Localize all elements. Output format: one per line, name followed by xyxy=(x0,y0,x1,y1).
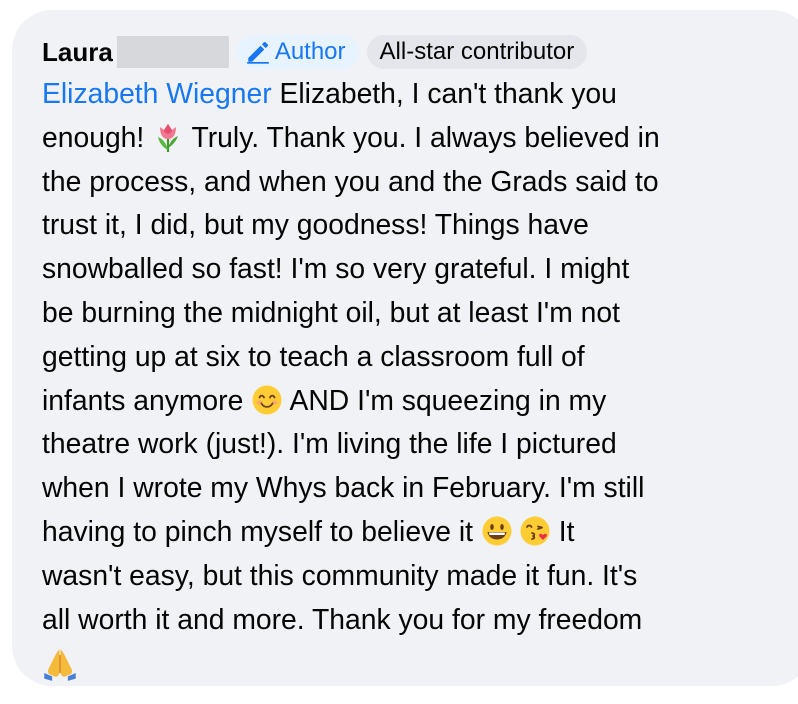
comment-body: Elizabeth Wiegner Elizabeth, I can't tha… xyxy=(42,72,782,685)
author-badge-label: Author xyxy=(274,38,346,65)
allstar-badge-label: All-star contributor xyxy=(379,38,575,65)
comment-line: all worth it and more. Thank you for my … xyxy=(42,602,643,635)
comment-text: infants anymore xyxy=(42,383,252,416)
comment-line: when I wrote my Whys back in February. I… xyxy=(42,471,645,504)
mention-link[interactable]: Elizabeth Wiegner xyxy=(42,77,272,109)
comment-text: It xyxy=(550,514,575,547)
pencil-icon xyxy=(246,41,269,64)
comment-line: snowballed so fast! I'm so very grateful… xyxy=(42,252,630,285)
comment-line: infants anymore AND I'm squeezing in my xyxy=(42,379,782,423)
smiling-face-icon xyxy=(252,385,282,415)
comment-text: Truly. Thank you. I always believed in xyxy=(184,120,660,153)
comment-text: Elizabeth, I can't thank you xyxy=(271,77,617,109)
comment-line: having to pinch myself to believe it It … xyxy=(42,510,782,554)
tulip-icon xyxy=(158,123,179,152)
comment-line: theatre work (just!). I'm living the lif… xyxy=(42,427,617,460)
comment-line xyxy=(42,641,782,685)
comment-line: be burning the midnight oil, but at leas… xyxy=(42,295,620,328)
comment-line: Elizabeth Wiegner Elizabeth, I can't tha… xyxy=(42,72,782,116)
comment-header: Laura Author All-star contributor xyxy=(42,34,588,70)
comment-line: wasn't easy, but this community made it … xyxy=(42,558,638,591)
redacted-surname xyxy=(116,36,229,68)
comment-line: the process, and when you and the Grads … xyxy=(42,164,659,197)
allstar-badge[interactable]: All-star contributor xyxy=(366,35,588,69)
comment-text: AND I'm squeezing in my xyxy=(283,383,607,416)
author-name[interactable]: Laura xyxy=(42,37,113,68)
grinning-face-icon xyxy=(482,516,512,546)
comment-text: having to pinch myself to believe it xyxy=(42,514,481,547)
comment-line: enough! Truly. Thank you. I always belie… xyxy=(42,116,782,160)
comment-line: getting up at six to teach a classroom f… xyxy=(42,339,585,372)
author-badge[interactable]: Author xyxy=(236,35,359,69)
folded-hands-icon xyxy=(44,649,76,682)
comment-text: enough! xyxy=(42,120,153,153)
comment-line: trust it, I did, but my goodness! Things… xyxy=(42,208,589,241)
kissing-face-heart-icon xyxy=(520,516,550,546)
